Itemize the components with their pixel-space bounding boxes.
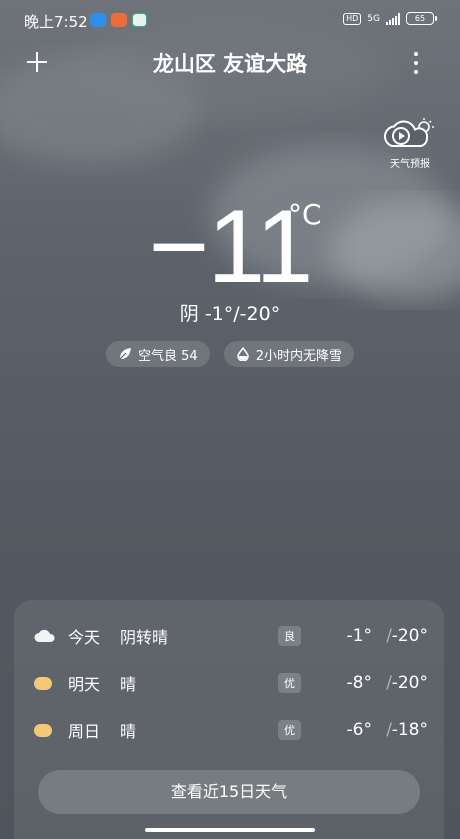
forecast-row-today[interactable]: 今天 阴转晴 良 -1° / -20° [14,621,444,651]
location-title[interactable]: 龙山区 友谊大路 [0,48,460,78]
forecast-low: -20° [391,626,428,646]
aqi-badge: 优 [278,720,301,740]
signal-icon [386,12,400,25]
view-15-day-forecast-button[interactable]: 查看近15日天气 [38,770,420,814]
forecast-card: 今天 阴转晴 良 -1° / -20° 明天 晴 优 -8° / -20° 周日… [14,600,444,839]
aqi-badge: 优 [278,673,301,693]
more-menu-button[interactable] [410,52,422,74]
temperature-value: −11 [148,189,314,305]
play-cloud-icon [383,118,434,147]
drop-icon [236,347,249,361]
battery-icon: 65 [406,12,437,25]
forecast-weather: 晴 [120,722,137,741]
chat-app-icon [132,13,147,27]
precipitation-chip[interactable]: 2小时内无降雪 [223,341,354,367]
forecast-day: 今天 [68,628,101,647]
notification-app-icon [111,13,127,27]
message-app-icon [90,13,106,27]
precipitation-text: 2小时内无降雪 [255,348,342,364]
status-time: 晚上7:52 [24,13,88,31]
home-indicator[interactable] [145,828,315,832]
air-quality-chip[interactable]: 空气良 54 [106,341,210,367]
forecast-weather: 晴 [120,675,137,694]
sun-icon [34,677,52,690]
temperature-unit: °C [288,198,322,231]
forecast-weather: 阴转晴 [120,628,169,647]
aqi-badge: 良 [278,626,301,646]
forecast-row-sunday[interactable]: 周日 晴 优 -6° / -18° [14,715,444,745]
forecast-low: -20° [391,673,428,693]
forecast-day: 明天 [68,675,101,694]
current-temperature: −11 °C [0,188,460,307]
network-type: 5G [367,13,380,24]
forecast-high: -8° [346,673,372,693]
video-forecast-label: 天气预报 [390,159,430,170]
forecast-high: -1° [346,626,372,646]
sun-icon [34,724,52,737]
status-bar: 晚上7:52 HD 5G 65 [0,0,460,40]
forecast-high: -6° [346,720,372,740]
forecast-day: 周日 [68,722,101,741]
hd-voice-icon: HD [343,12,362,25]
leaf-icon [119,348,132,360]
air-quality-text: 空气良 54 [138,348,198,364]
forecast-low: -18° [391,720,428,740]
cloud-icon [34,629,55,642]
info-chips: 空气良 54 2小时内无降雪 [0,341,460,367]
video-forecast-button[interactable]: 天气预报 [382,118,438,170]
current-condition: 阴 -1°/-20° [179,303,281,325]
forecast-row-tomorrow[interactable]: 明天 晴 优 -8° / -20° [14,668,444,698]
